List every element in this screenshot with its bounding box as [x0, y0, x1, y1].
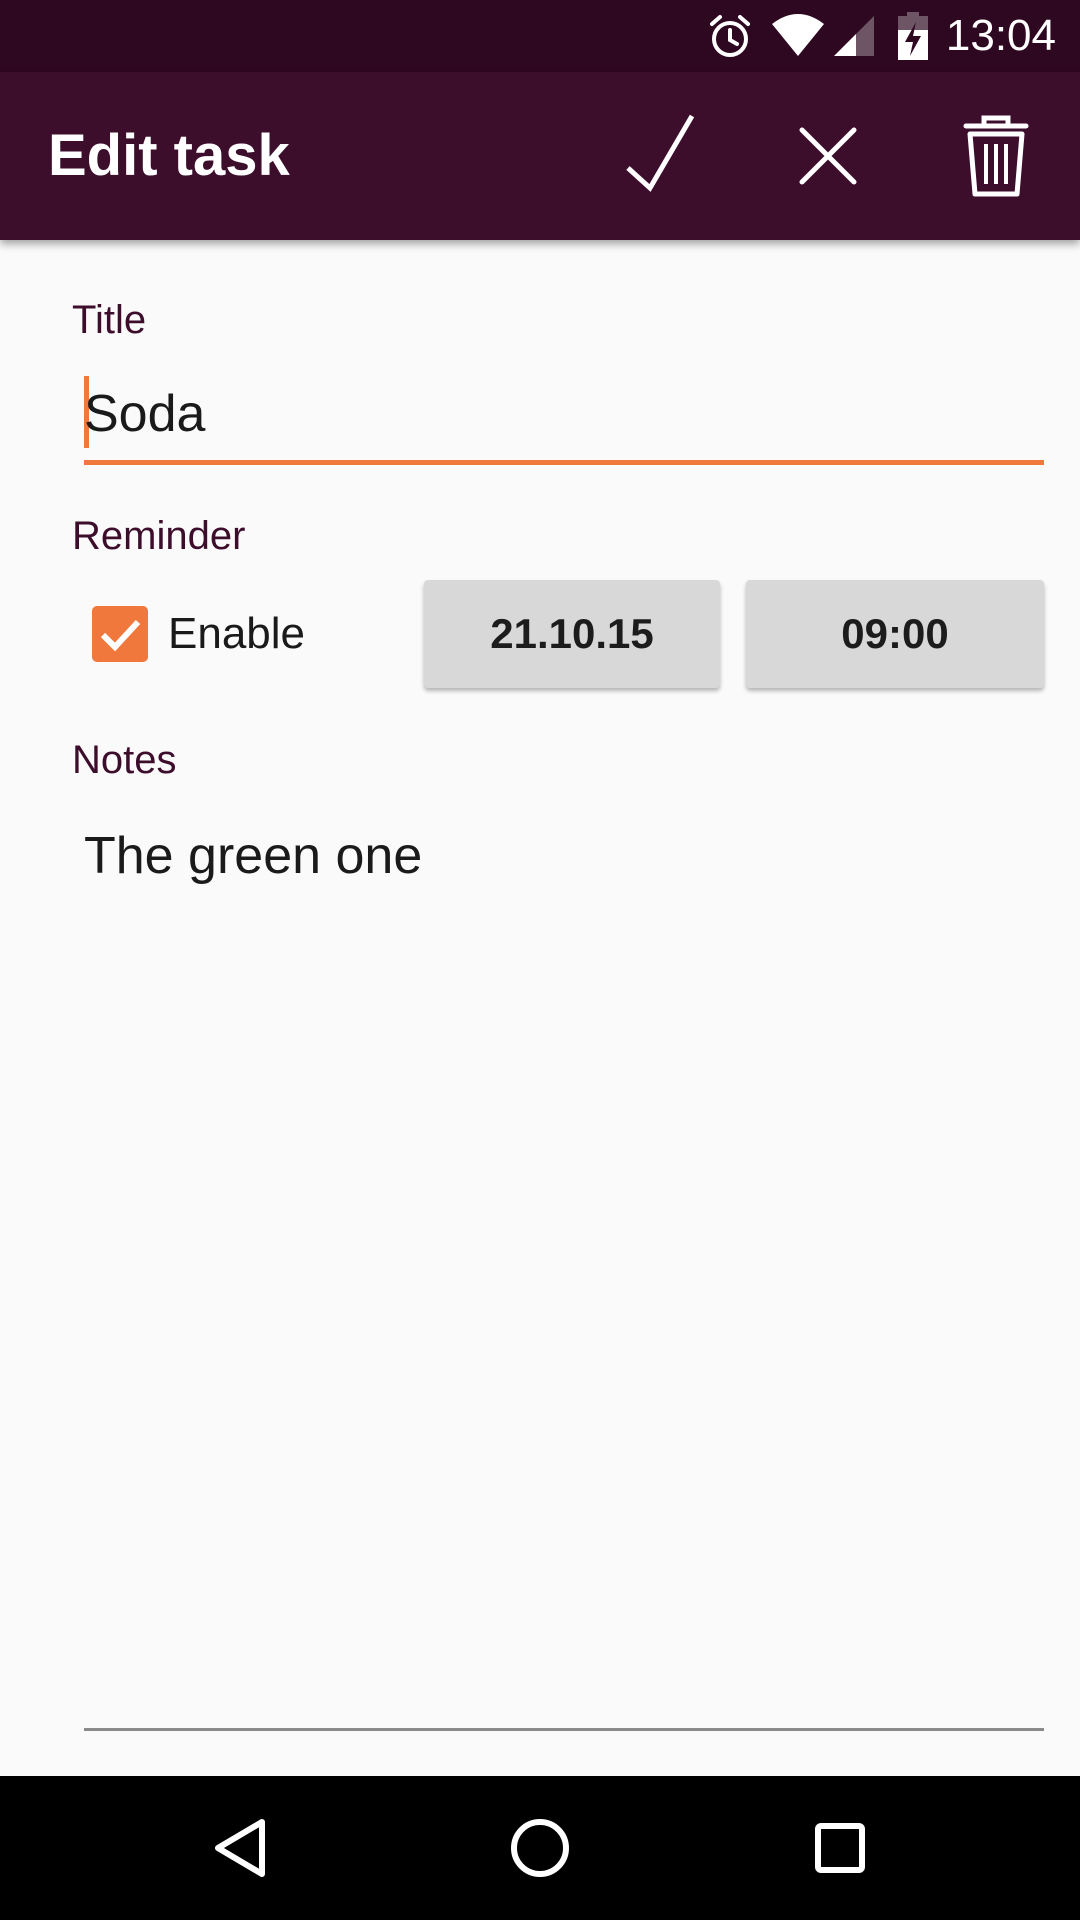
title-label: Title — [72, 298, 147, 342]
delete-icon — [963, 115, 1029, 197]
enable-checkbox[interactable] — [92, 606, 148, 662]
time-picker-button[interactable]: 09:00 — [746, 580, 1044, 688]
title-input[interactable]: Soda — [84, 370, 1044, 465]
alarm-icon — [706, 12, 754, 65]
check-icon — [626, 114, 695, 192]
close-icon — [799, 127, 857, 185]
status-clock: 13:04 — [945, 11, 1056, 60]
home-button[interactable] — [504, 1812, 576, 1884]
signal-icon — [830, 12, 878, 65]
date-picker-button[interactable]: 21.10.15 — [424, 580, 720, 688]
notes-input[interactable]: The green one — [84, 800, 1044, 1731]
notes-label: Notes — [72, 738, 177, 782]
app-bar: Edit task — [0, 72, 1080, 240]
home-icon — [511, 1819, 569, 1877]
recents-button[interactable] — [804, 1812, 876, 1884]
recents-icon — [815, 1823, 865, 1873]
notes-value: The green one — [84, 827, 423, 885]
page-title: Edit task — [48, 123, 290, 188]
status-bar: 13:04 — [0, 0, 1080, 72]
back-button[interactable] — [204, 1812, 276, 1884]
wifi-icon — [770, 12, 826, 65]
navigation-bar — [0, 1776, 1080, 1920]
save-button[interactable] — [612, 108, 708, 204]
check-mark-icon — [100, 619, 141, 652]
enable-label[interactable]: Enable — [168, 608, 305, 660]
cancel-button[interactable] — [780, 108, 876, 204]
reminder-label: Reminder — [72, 514, 246, 558]
edit-task-screen: 13:04 Edit task Title Soda Reminder Enab… — [0, 0, 1080, 1920]
battery-charging-icon — [896, 12, 930, 65]
title-value: Soda — [84, 385, 206, 443]
delete-button[interactable] — [948, 108, 1044, 204]
back-icon — [215, 1819, 265, 1877]
